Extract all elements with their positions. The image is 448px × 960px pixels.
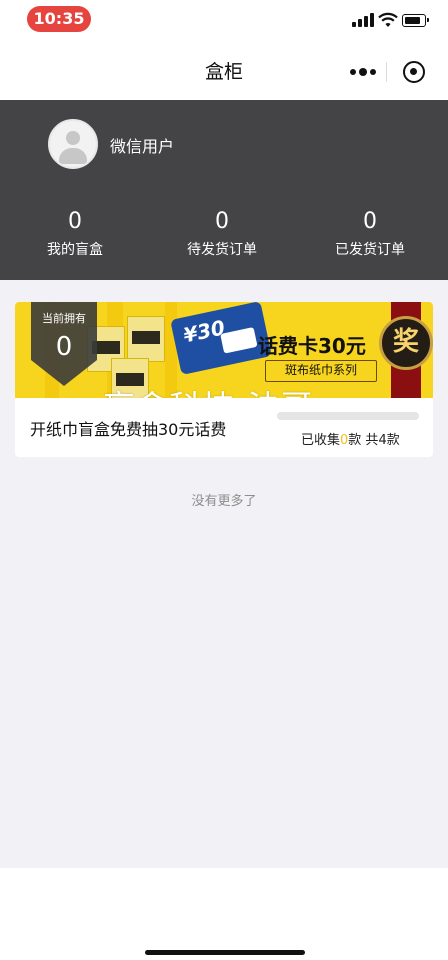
stat-value: 0: [363, 209, 377, 234]
collected-mid: 款 共: [348, 433, 379, 448]
mini-program-close-icon[interactable]: [403, 61, 425, 83]
user-name[interactable]: 微信用户: [110, 133, 174, 157]
home-indicator[interactable]: [145, 950, 305, 955]
wifi-icon: [378, 12, 398, 27]
owned-label: 当前拥有: [42, 312, 86, 325]
total-count: 4: [378, 433, 387, 448]
cellular-signal-icon: [352, 13, 374, 27]
phone-card-image: ¥30: [170, 302, 272, 375]
watermark-text: 盲盒科技-法哥: [103, 382, 314, 398]
stat-label: 已发货订单: [335, 242, 405, 258]
prize-banner: ¥30 话费卡30元 斑布纸巾系列 奖 当前拥有 0 盲盒科技-法哥: [15, 302, 433, 398]
no-more-text: 没有更多了: [191, 494, 257, 509]
battery-icon: [402, 14, 429, 27]
page-title: 盒柜: [204, 61, 243, 83]
card-title[interactable]: 开纸巾盲盒免费抽30元话费: [30, 416, 226, 440]
capsule-divider: [386, 62, 387, 82]
more-dots-icon[interactable]: [348, 62, 378, 82]
collected-prefix: 已收集: [301, 433, 341, 448]
phone-card-value: ¥30: [181, 315, 228, 348]
stat-value: 0: [215, 209, 229, 234]
stat-label: 我的盲盒: [47, 242, 103, 258]
default-avatar-icon[interactable]: [48, 119, 98, 169]
tissue-package-image: [127, 316, 165, 362]
stat-my-blind-boxes[interactable]: 0 我的盲盒: [0, 208, 150, 262]
status-time: 10:35: [27, 6, 91, 32]
prize-badge: 奖: [379, 316, 433, 370]
banner-subline: 斑布纸巾系列: [265, 360, 377, 382]
blind-box-card[interactable]: ¥30 话费卡30元 斑布纸巾系列 奖 当前拥有 0 盲盒科技-法哥 开纸巾盲盒…: [15, 302, 433, 457]
collected-suffix: 款: [386, 433, 400, 448]
collection-status: 已收集0款 共4款: [301, 429, 400, 448]
owned-count-badge: 当前拥有 0: [31, 302, 97, 386]
owned-count: 0: [55, 332, 73, 362]
nav-bar: 盒柜: [0, 40, 448, 100]
status-bar: 10:35: [0, 0, 448, 40]
stat-shipped-orders[interactable]: 0 已发货订单: [295, 208, 445, 262]
banner-headline: 话费卡30元: [258, 334, 366, 358]
stat-pending-orders[interactable]: 0 待发货订单: [147, 208, 297, 262]
profile-header: 微信用户 0 我的盲盒 0 待发货订单 0 已发货订单: [0, 100, 448, 280]
stat-value: 0: [68, 209, 82, 234]
collection-progress-bar: [277, 412, 419, 420]
stat-label: 待发货订单: [187, 242, 257, 258]
bottom-safe-area: [0, 868, 448, 960]
